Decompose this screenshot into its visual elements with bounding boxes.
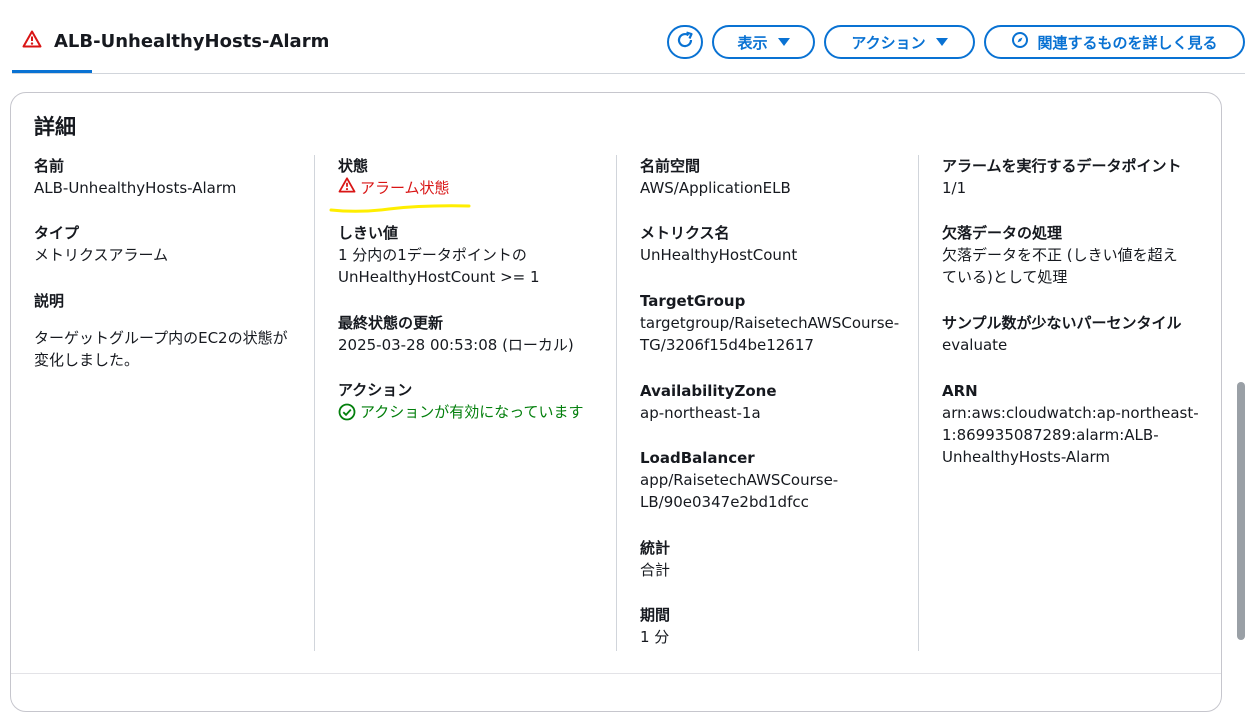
alarm-title: ALB-UnhealthyHosts-Alarm: [22, 30, 329, 52]
datapoints-value: 1/1: [942, 179, 967, 197]
column-divider: [616, 155, 617, 651]
actions-status-label: アクション: [338, 381, 413, 399]
threshold-value-line-2: UnHealthyHostCount >= 1: [338, 268, 540, 286]
detail-actions: アクション アクションが有効になっています: [338, 379, 608, 427]
metric-name-label: メトリクス名: [640, 224, 730, 242]
missing-data-value-line-2: ている)として処理: [942, 268, 1068, 286]
availability-zone-label: AvailabilityZone: [640, 382, 777, 400]
last-update-label: 最終状態の更新: [338, 314, 444, 332]
arn-label: ARN: [942, 382, 978, 400]
warning-icon: [22, 30, 42, 52]
description-value: ターゲットグループ内のEC2の状態が変化しました。: [34, 329, 288, 369]
refresh-button[interactable]: [667, 25, 703, 59]
explore-related-button[interactable]: 関連するものを詳しく見る: [984, 25, 1245, 59]
detail-namespace: 名前空間 AWS/ApplicationELB: [640, 155, 910, 199]
detail-description: 説明 ターゲットグループ内のEC2の状態が変化しました。: [34, 290, 304, 371]
statistic-label: 統計: [640, 539, 671, 557]
arn-value-line-3: UnhealthyHosts-Alarm: [942, 448, 1111, 466]
detail-metric-name: メトリクス名 UnHealthyHostCount: [640, 222, 910, 266]
description-label: 説明: [34, 292, 65, 310]
state-value: アラーム状態: [338, 177, 608, 199]
alarm-name: ALB-UnhealthyHosts-Alarm: [54, 30, 330, 52]
arn-value-line-2: 1:869935087289:alarm:ALB-: [942, 426, 1159, 444]
target-group-value-line-1: targetgroup/RaisetechAWSCourse-: [640, 314, 900, 332]
load-balancer-value-line-1: app/RaisetechAWSCourse-: [640, 471, 839, 489]
type-value: メトリクスアラーム: [34, 246, 169, 264]
warning-icon: [338, 177, 356, 199]
arn-value-line-1: arn:aws:cloudwatch:ap-northeast-: [942, 404, 1199, 422]
period-value: 1 分: [640, 628, 670, 646]
percentile-label: サンプル数が少ないパーセンタイル: [942, 314, 1182, 332]
detail-missing-data: 欠落データの処理 欠落データを不正 (しきい値を超え ている)として処理: [942, 222, 1212, 288]
actions-dropdown-button[interactable]: アクション: [824, 25, 975, 59]
details-title: 詳細: [34, 115, 76, 139]
missing-data-label: 欠落データの処理: [942, 224, 1063, 242]
threshold-label: しきい値: [338, 224, 399, 242]
alarm-header: ALB-UnhealthyHosts-Alarm 表示 アクション 関連するもの…: [0, 0, 1245, 74]
refresh-icon: [675, 30, 695, 54]
metric-name-value: UnHealthyHostCount: [640, 246, 798, 264]
name-value: ALB-UnhealthyHosts-Alarm: [34, 179, 237, 197]
state-label: 状態: [338, 157, 369, 175]
scrollbar-thumb[interactable]: [1237, 382, 1245, 640]
actions-label: アクション: [851, 33, 926, 52]
caret-down-icon: [935, 38, 948, 46]
detail-name: 名前 ALB-UnhealthyHosts-Alarm: [34, 155, 304, 199]
load-balancer-value-line-2: LB/90e0347e2bd1dfcc: [640, 493, 809, 511]
detail-type: タイプ メトリクスアラーム: [34, 222, 304, 266]
detail-datapoints: アラームを実行するデータポイント 1/1: [942, 155, 1212, 199]
check-circle-icon: [338, 403, 356, 427]
detail-availability-zone: AvailabilityZone ap-northeast-1a: [640, 380, 910, 424]
state-text: アラーム状態: [360, 179, 450, 197]
column-divider: [918, 155, 919, 651]
detail-period: 期間 1 分: [640, 604, 910, 648]
availability-zone-value: ap-northeast-1a: [640, 404, 761, 422]
panel-divider: [11, 673, 1221, 674]
caret-down-icon: [777, 38, 790, 46]
target-group-label: TargetGroup: [640, 292, 746, 310]
detail-load-balancer: LoadBalancer app/RaisetechAWSCourse- LB/…: [640, 447, 910, 513]
datapoints-label: アラームを実行するデータポイント: [942, 157, 1182, 175]
view-label: 表示: [737, 33, 768, 52]
statistic-value: 合計: [640, 561, 671, 579]
load-balancer-label: LoadBalancer: [640, 449, 755, 467]
view-dropdown-button[interactable]: 表示: [712, 25, 815, 59]
name-label: 名前: [34, 157, 65, 175]
detail-percentile: サンプル数が少ないパーセンタイル evaluate: [942, 312, 1212, 356]
namespace-label: 名前空間: [640, 157, 701, 175]
detail-state: 状態 アラーム状態: [338, 155, 608, 199]
compass-icon: [1011, 31, 1029, 53]
last-update-value: 2025-03-28 00:53:08 (ローカル): [338, 336, 574, 354]
missing-data-value-line-1: 欠落データを不正 (しきい値を超え: [942, 246, 1178, 264]
details-panel: 詳細 名前 ALB-UnhealthyHosts-Alarm タイプ メトリクス…: [10, 92, 1222, 712]
target-group-value-line-2: TG/3206f15d4be12617: [640, 336, 814, 354]
namespace-value: AWS/ApplicationELB: [640, 179, 791, 197]
related-label: 関連するものを詳しく見る: [1037, 33, 1218, 52]
actions-status-text: アクションが有効になっています: [360, 403, 584, 421]
percentile-value: evaluate: [942, 336, 1008, 354]
column-divider: [314, 155, 315, 651]
actions-status-value: アクションが有効になっています: [338, 401, 588, 427]
type-label: タイプ: [34, 224, 80, 242]
detail-target-group: TargetGroup targetgroup/RaisetechAWSCour…: [640, 290, 910, 356]
detail-threshold: しきい値 1 分内の1データポイントの UnHealthyHostCount >…: [338, 222, 608, 288]
yellow-highlight-annotation: [329, 204, 471, 213]
detail-arn: ARN arn:aws:cloudwatch:ap-northeast- 1:8…: [942, 380, 1212, 468]
threshold-value-line-1: 1 分内の1データポイントの: [338, 246, 527, 264]
detail-statistic: 統計 合計: [640, 537, 910, 581]
detail-last-update: 最終状態の更新 2025-03-28 00:53:08 (ローカル): [338, 312, 608, 356]
header-divider: [12, 73, 1245, 74]
period-label: 期間: [640, 606, 671, 624]
